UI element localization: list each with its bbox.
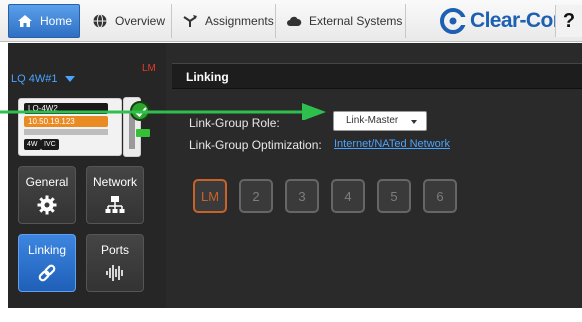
device-status-bar [24, 129, 108, 135]
link-group-optimization-label: Link-Group Optimization: [189, 138, 322, 152]
tab-home[interactable]: Home [8, 4, 80, 38]
tab-external-systems[interactable]: External Systems [276, 4, 406, 38]
general-label: General [25, 175, 69, 189]
device-name: LQ 4W#1 [11, 73, 58, 85]
device-selector[interactable]: LQ 4W#1 [11, 73, 75, 85]
tab-overview-label: Overview [115, 14, 166, 28]
globe-icon [93, 14, 107, 28]
linking-label: Linking [27, 243, 67, 257]
tab-home-label: Home [40, 14, 73, 28]
tab-overview[interactable]: Overview [82, 4, 172, 38]
network-button[interactable]: Network [86, 166, 144, 224]
link-slot-lm[interactable]: LM [193, 179, 227, 213]
link-group-optimization-link[interactable]: Internet/NATed Network [334, 138, 450, 150]
clear-com-logo-icon [440, 8, 466, 34]
link-group-role-value: Link-Master [346, 115, 399, 126]
network-icon [105, 196, 125, 213]
link-slot-5[interactable]: 5 [377, 179, 411, 213]
link-group-role-select[interactable]: Link-Master [333, 111, 427, 131]
link-slot-6[interactable]: 6 [423, 179, 457, 213]
tab-assignments-label: Assignments [205, 14, 274, 28]
help-icon: ? [562, 9, 576, 32]
page-title: Linking [186, 70, 229, 84]
linking-button[interactable]: Linking [18, 234, 76, 292]
tab-assignments[interactable]: Assignments [172, 4, 276, 38]
device-chip-4w: 4W [24, 139, 41, 150]
audio-wave-icon [106, 265, 123, 281]
linking-panel: Linking Link-Group Role: Link-Master Lin… [166, 43, 582, 308]
panel-header: Linking [172, 63, 582, 89]
cloud-icon [287, 16, 302, 26]
ports-button[interactable]: Ports [86, 234, 144, 292]
caret-down-icon [411, 120, 417, 124]
help-button[interactable]: ? [555, 5, 582, 37]
device-chip-ivc: IVC [41, 139, 59, 150]
link-slot-3[interactable]: 3 [285, 179, 319, 213]
ports-label: Ports [100, 243, 129, 257]
top-nav-bar: Home Overview Assignments External Syste… [0, 0, 582, 42]
fork-icon [183, 15, 197, 27]
app-area: LQ 4W#1 LM LQ-4W2 10.50.19.123 4W IVC Ge… [8, 43, 582, 308]
clear-com-logo: Clear-Com [440, 6, 571, 36]
sidebar: LQ 4W#1 LM LQ-4W2 10.50.19.123 4W IVC Ge… [8, 43, 166, 308]
home-icon [18, 15, 32, 27]
link-slot-2[interactable]: 2 [239, 179, 273, 213]
network-label: Network [92, 175, 137, 189]
tab-external-systems-label: External Systems [309, 14, 403, 28]
link-plug-icon [136, 129, 150, 137]
gear-icon [37, 195, 57, 215]
link-master-tag: LM [142, 63, 156, 74]
caret-down-icon [64, 76, 75, 83]
annotation-arrow [0, 103, 326, 120]
link-slot-4[interactable]: 4 [331, 179, 365, 213]
link-icon [38, 264, 56, 282]
general-button[interactable]: General [18, 166, 76, 224]
